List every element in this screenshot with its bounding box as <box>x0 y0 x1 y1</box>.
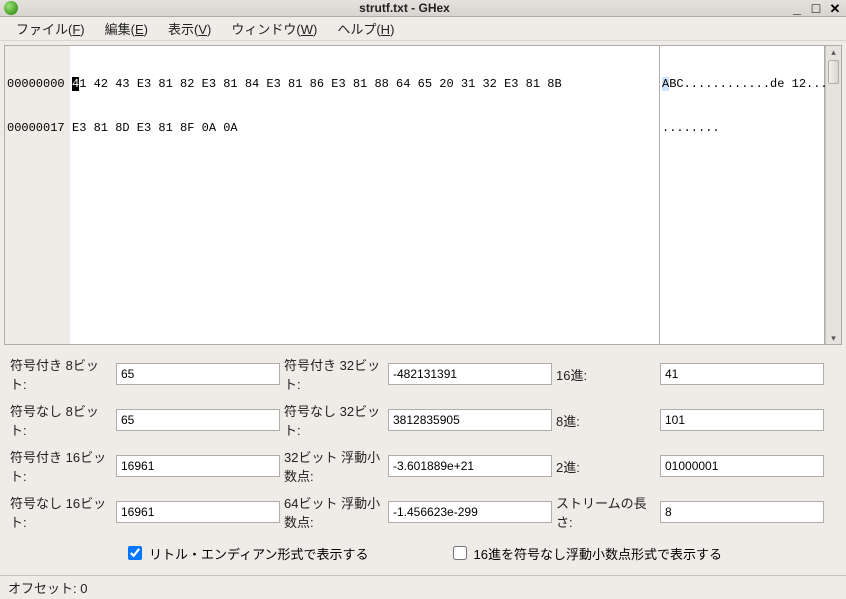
value-s8[interactable] <box>116 363 280 385</box>
value-bin[interactable] <box>660 455 824 477</box>
vertical-scrollbar[interactable]: ▴ ▾ <box>825 46 841 344</box>
menu-file[interactable]: ファイル(F) <box>6 17 95 40</box>
conversion-panel: 符号付き 8ビット: 符号付き 32ビット: 16進: 符号なし 8ビット: 符… <box>4 345 842 535</box>
main-content: 00000000 00000017 41 42 43 E3 81 82 E3 8… <box>0 41 846 575</box>
menu-edit[interactable]: 編集(E) <box>95 17 158 40</box>
scroll-down-icon[interactable]: ▾ <box>828 332 839 344</box>
label-f64: 64ビット 浮動小数点: <box>282 493 386 531</box>
ascii-column[interactable]: ABC............de 12... ........ <box>660 46 825 344</box>
value-f32[interactable] <box>388 455 552 477</box>
scroll-up-icon[interactable]: ▴ <box>828 46 839 58</box>
app-icon <box>4 1 18 15</box>
label-bin: 2進: <box>554 457 658 476</box>
title-bar: strutf.txt - GHex _ □ ✕ <box>0 0 846 17</box>
options-row: リトル・エンディアン形式で表示する 16進を符号なし浮動小数点形式で表示する <box>4 535 842 571</box>
value-s32[interactable] <box>388 363 552 385</box>
close-button[interactable]: ✕ <box>826 0 844 16</box>
checkbox-little-endian-label: リトル・エンディアン形式で表示する <box>149 544 369 563</box>
label-s16: 符号付き 16ビット: <box>8 447 114 485</box>
checkbox-hex-unsigned-float[interactable]: 16進を符号なし浮動小数点形式で表示する <box>449 543 722 563</box>
hex-editor[interactable]: 00000000 00000017 41 42 43 E3 81 82 E3 8… <box>4 45 842 345</box>
hex-row: 41 42 43 E3 81 82 E3 81 84 E3 81 86 E3 8… <box>72 76 657 92</box>
label-stream: ストリームの長さ: <box>554 493 658 531</box>
value-u32[interactable] <box>388 409 552 431</box>
value-s16[interactable] <box>116 455 280 477</box>
checkbox-hex-unsigned-float-input[interactable] <box>453 546 467 560</box>
menu-window[interactable]: ウィンドウ(W) <box>221 17 327 40</box>
menu-help[interactable]: ヘルプ(H) <box>327 17 404 40</box>
window-title: strutf.txt - GHex <box>22 1 787 15</box>
label-u32: 符号なし 32ビット: <box>282 401 386 439</box>
value-f64[interactable] <box>388 501 552 523</box>
offset-column: 00000000 00000017 <box>5 46 70 344</box>
menu-view[interactable]: 表示(V) <box>158 17 221 40</box>
label-oct: 8進: <box>554 411 658 430</box>
checkbox-little-endian[interactable]: リトル・エンディアン形式で表示する <box>124 543 369 563</box>
maximize-button[interactable]: □ <box>807 0 825 16</box>
ascii-row: ........ <box>662 120 822 136</box>
offset-row: 00000017 <box>5 120 70 136</box>
value-u16[interactable] <box>116 501 280 523</box>
checkbox-hex-unsigned-float-label: 16進を符号なし浮動小数点形式で表示する <box>474 544 722 563</box>
checkbox-little-endian-input[interactable] <box>128 546 142 560</box>
ascii-row: ABC............de 12... <box>662 76 822 92</box>
value-oct[interactable] <box>660 409 824 431</box>
hex-row: E3 81 8D E3 81 8F 0A 0A <box>72 120 657 136</box>
value-hex[interactable] <box>660 363 824 385</box>
status-bar: オフセット: 0 <box>0 575 846 599</box>
offset-row: 00000000 <box>5 76 70 92</box>
menu-bar: ファイル(F) 編集(E) 表示(V) ウィンドウ(W) ヘルプ(H) <box>0 17 846 41</box>
label-f32: 32ビット 浮動小数点: <box>282 447 386 485</box>
value-stream[interactable] <box>660 501 824 523</box>
minimize-button[interactable]: _ <box>788 0 806 16</box>
label-hex: 16進: <box>554 365 658 384</box>
hex-bytes-column[interactable]: 41 42 43 E3 81 82 E3 81 84 E3 81 86 E3 8… <box>70 46 660 344</box>
label-s32: 符号付き 32ビット: <box>282 355 386 393</box>
label-u16: 符号なし 16ビット: <box>8 493 114 531</box>
label-s8: 符号付き 8ビット: <box>8 355 114 393</box>
scrollbar-thumb[interactable] <box>828 60 839 84</box>
label-u8: 符号なし 8ビット: <box>8 401 114 439</box>
value-u8[interactable] <box>116 409 280 431</box>
status-offset: オフセット: 0 <box>8 578 87 597</box>
